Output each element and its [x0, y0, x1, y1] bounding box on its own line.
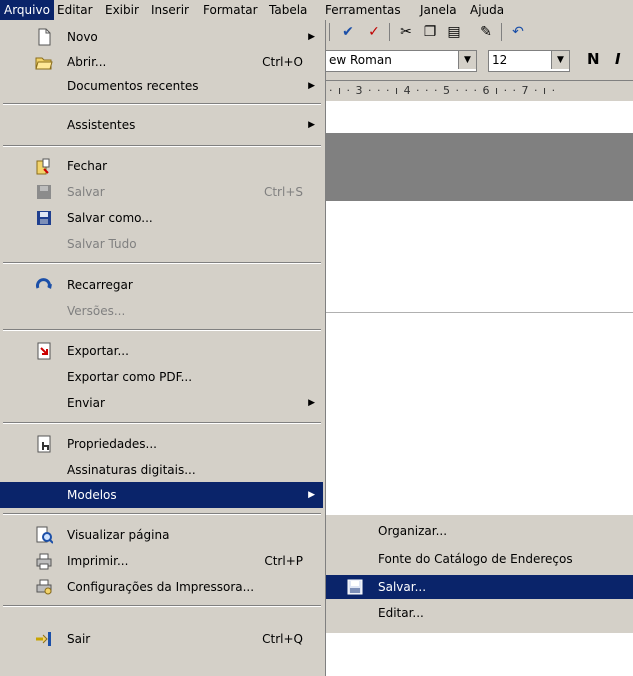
menu-bar: Arquivo Editar Exibir Inserir Formatar T… — [0, 0, 633, 20]
menu-ferramentas[interactable]: Ferramentas — [321, 0, 405, 20]
menu-separator — [3, 422, 321, 424]
file-menu: Novo ▶ Abrir... Ctrl+O Documentos recent… — [0, 20, 326, 676]
export-icon — [37, 342, 51, 360]
submenu-item-editar[interactable]: Editar... — [326, 601, 633, 625]
menu-arquivo[interactable]: Arquivo — [0, 0, 54, 20]
menu-item-sair[interactable]: Sair Ctrl+Q — [0, 626, 323, 652]
menu-janela[interactable]: Janela — [416, 0, 461, 20]
menu-separator — [3, 329, 321, 331]
templates-submenu: Organizar... Fonte do Catálogo de Endere… — [325, 515, 633, 633]
menu-item-salvar-tudo[interactable]: Salvar Tudo — [0, 231, 323, 257]
exit-icon — [36, 632, 51, 646]
menu-item-salvar-como[interactable]: Salvar como... — [0, 205, 323, 231]
new-document-icon — [38, 28, 51, 46]
menu-separator — [3, 103, 321, 105]
menu-item-assistentes[interactable]: Assistentes ▶ — [0, 112, 323, 138]
toolbar-separator — [389, 23, 390, 41]
chevron-down-icon[interactable]: ▼ — [551, 51, 569, 69]
toolbar-separator — [501, 23, 502, 41]
menu-item-fechar[interactable]: Fechar — [0, 153, 323, 179]
menu-editar[interactable]: Editar — [53, 0, 97, 20]
menu-separator — [3, 262, 321, 264]
menu-separator — [3, 145, 321, 147]
format-paintbrush-icon[interactable]: ✎ — [475, 22, 497, 42]
font-size-box[interactable]: 12 ▼ — [488, 50, 570, 72]
menu-inserir[interactable]: Inserir — [147, 0, 193, 20]
save-icon — [37, 185, 51, 199]
submenu-item-salvar[interactable]: Salvar... — [326, 575, 633, 599]
toolbar-separator — [329, 23, 330, 41]
menu-item-salvar[interactable]: Salvar Ctrl+S — [0, 179, 323, 205]
printer-icon — [36, 553, 52, 570]
chevron-down-icon[interactable]: ▼ — [458, 51, 476, 69]
undo-icon[interactable]: ↶ — [507, 22, 529, 42]
menu-item-visualizar-pagina[interactable]: Visualizar página — [0, 522, 323, 548]
autospellcheck-icon[interactable]: ✓ — [363, 22, 385, 42]
italic-button[interactable]: I — [615, 50, 621, 68]
menu-formatar[interactable]: Formatar — [199, 0, 262, 20]
document-header-area — [325, 133, 633, 201]
menu-item-imprimir[interactable]: Imprimir... Ctrl+P — [0, 548, 323, 574]
menu-exibir[interactable]: Exibir — [101, 0, 143, 20]
menu-item-exportar-pdf[interactable]: Exportar como PDF... — [0, 364, 323, 390]
menu-separator — [3, 513, 321, 515]
menu-item-modelos[interactable]: Modelos ▶ — [0, 482, 323, 508]
reload-icon — [36, 278, 52, 289]
menu-item-novo[interactable]: Novo ▶ — [0, 24, 323, 50]
save-template-icon — [347, 579, 363, 595]
save-as-icon — [37, 211, 51, 225]
submenu-arrow-icon: ▶ — [308, 32, 315, 42]
toolbar: ✔ ✓ ✂ ❐ ▤ ✎ ↶ ew Roman ▼ 12 ▼ N I — [325, 20, 633, 80]
submenu-item-fonte-catalogo[interactable]: Fonte do Catálogo de Endereços — [326, 547, 633, 571]
menu-separator — [3, 605, 321, 607]
submenu-arrow-icon: ▶ — [308, 490, 315, 500]
menu-item-enviar[interactable]: Enviar ▶ — [0, 390, 323, 416]
menu-item-documentos-recentes[interactable]: Documentos recentes ▶ — [0, 73, 323, 99]
menu-tabela[interactable]: Tabela — [265, 0, 311, 20]
paste-icon[interactable]: ▤ — [443, 22, 465, 42]
menu-item-abrir[interactable]: Abrir... Ctrl+O — [0, 49, 323, 75]
close-document-icon — [36, 158, 50, 175]
cut-icon[interactable]: ✂ — [395, 22, 417, 42]
submenu-arrow-icon: ▶ — [308, 81, 315, 91]
printer-settings-icon — [36, 579, 52, 595]
menu-item-exportar[interactable]: Exportar... — [0, 338, 323, 364]
menu-item-versoes[interactable]: Versões... — [0, 298, 323, 324]
font-name-value: ew Roman — [329, 53, 392, 67]
menu-item-assinaturas-digitais[interactable]: Assinaturas digitais... — [0, 457, 323, 483]
bold-button[interactable]: N — [587, 50, 600, 68]
submenu-item-organizar[interactable]: Organizar... — [326, 519, 633, 543]
menu-item-propriedades[interactable]: Propriedades... — [0, 431, 323, 457]
copy-icon[interactable]: ❐ — [419, 22, 441, 42]
open-folder-icon — [35, 57, 53, 70]
properties-icon — [37, 435, 51, 453]
ruler-marks: · ı · 3 · · · ı 4 · · · 5 · · · 6 ı · · … — [329, 84, 557, 97]
menu-ajuda[interactable]: Ajuda — [466, 0, 508, 20]
page-divider — [325, 312, 633, 313]
menu-item-configuracoes-impressora[interactable]: Configurações da Impressora... — [0, 574, 323, 600]
menu-item-recarregar[interactable]: Recarregar — [0, 272, 323, 298]
font-name-box[interactable]: ew Roman ▼ — [325, 50, 477, 72]
spellcheck-icon[interactable]: ✔ — [337, 22, 359, 42]
submenu-arrow-icon: ▶ — [308, 120, 315, 130]
print-preview-icon — [36, 526, 53, 544]
font-size-value: 12 — [492, 53, 508, 67]
ruler: · ı · 3 · · · ı 4 · · · 5 · · · 6 ı · · … — [325, 80, 633, 101]
submenu-arrow-icon: ▶ — [308, 398, 315, 408]
